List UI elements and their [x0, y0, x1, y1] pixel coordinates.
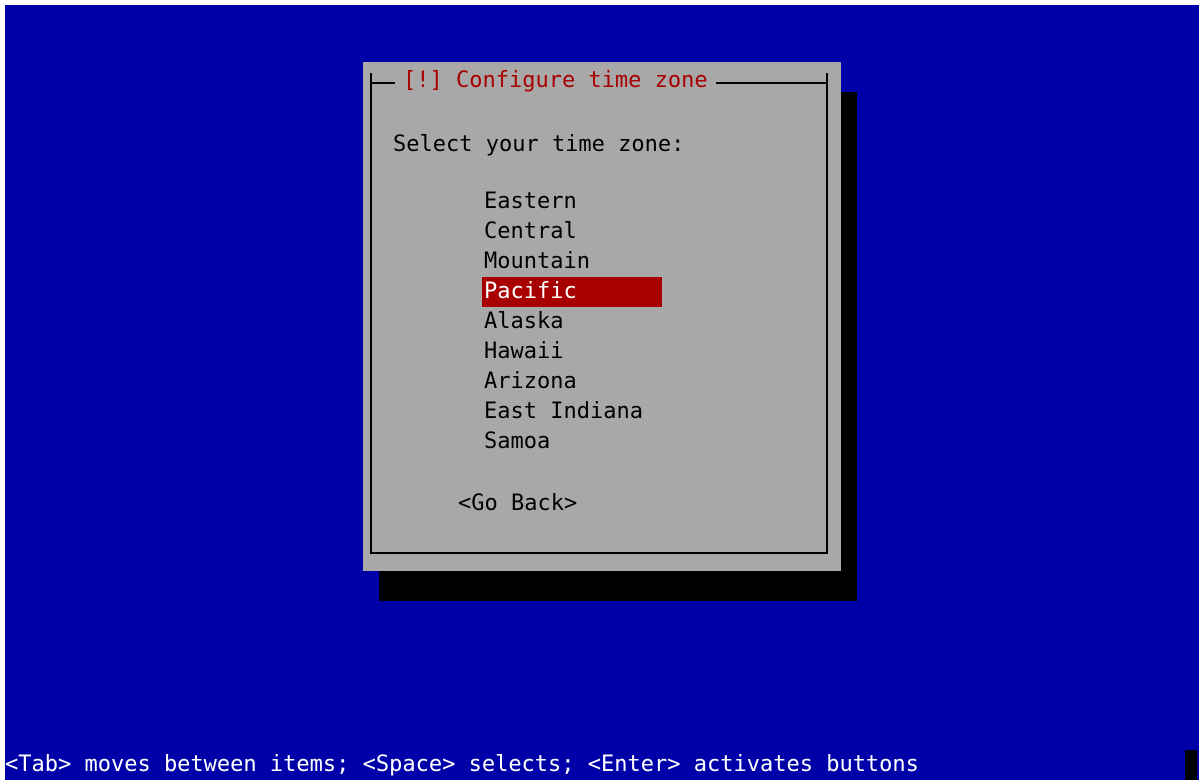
timezone-list[interactable]: Eastern Central Mountain Pacific Alaska …	[482, 187, 662, 457]
list-item[interactable]: Pacific	[482, 277, 662, 307]
keyboard-help-line: <Tab> moves between items; <Space> selec…	[5, 752, 919, 777]
installer-screen: [!] Configure time zone Select your time…	[5, 5, 1199, 780]
list-item[interactable]: Hawaii	[482, 337, 662, 367]
go-back-button[interactable]: <Go Back>	[458, 489, 577, 519]
list-item[interactable]: Central	[482, 217, 662, 247]
dialog-title: [!] Configure time zone	[395, 66, 716, 96]
frame-tick-left	[370, 73, 372, 93]
cursor-block	[1185, 750, 1197, 780]
frame-tick-right	[826, 73, 828, 93]
list-item[interactable]: East Indiana	[482, 397, 662, 427]
list-item[interactable]: Mountain	[482, 247, 662, 277]
list-item[interactable]: Alaska	[482, 307, 662, 337]
timezone-prompt: Select your time zone:	[393, 132, 685, 157]
list-item[interactable]: Samoa	[482, 427, 662, 457]
timezone-dialog: [!] Configure time zone Select your time…	[363, 62, 841, 571]
list-item[interactable]: Arizona	[482, 367, 662, 397]
list-item[interactable]: Eastern	[482, 187, 662, 217]
